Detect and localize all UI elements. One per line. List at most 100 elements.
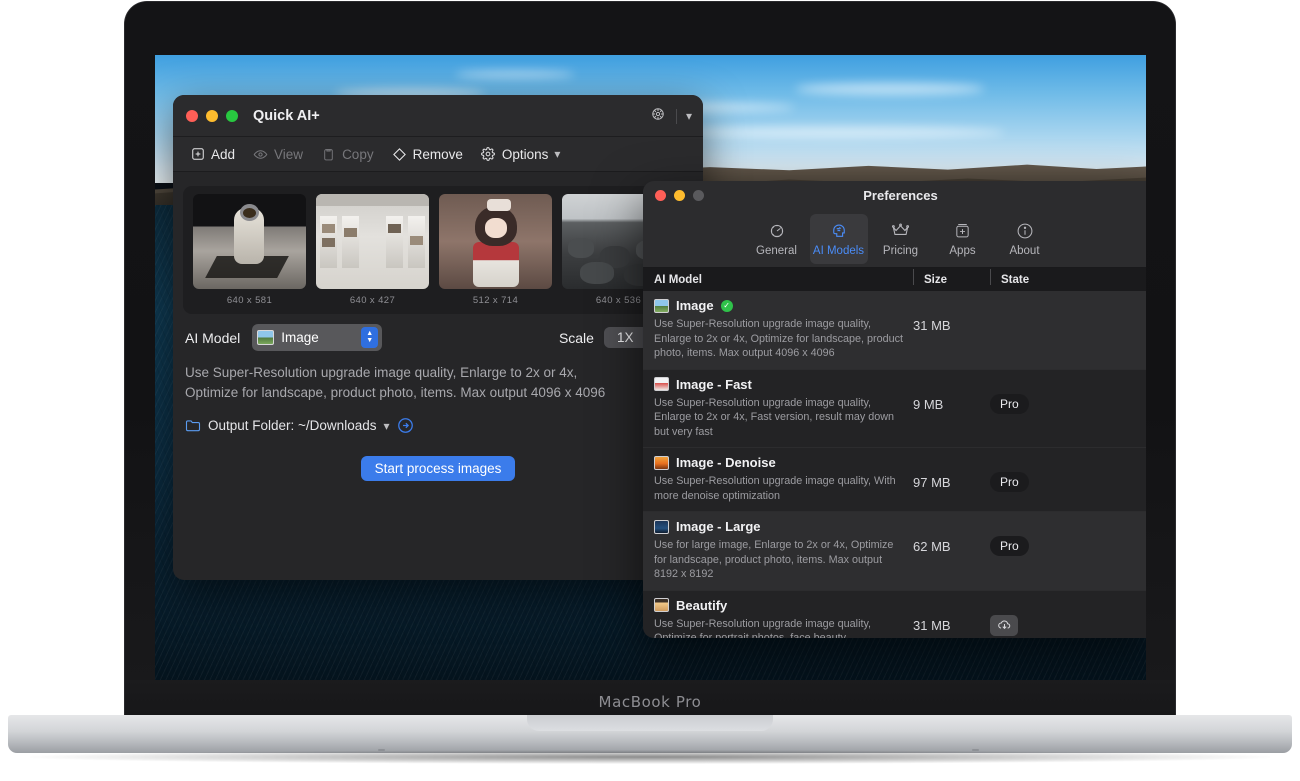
tab-ai-models-label: AI Models [812,245,865,257]
thumbnail-caption: 640 x 427 [349,295,396,306]
astronaut-on-moon-icon [193,194,306,289]
model-size: 97 MB [913,475,951,490]
macbook-shadow [30,750,1270,764]
close-button[interactable] [655,190,666,201]
gear-icon [481,147,496,162]
tab-pricing-label: Pricing [882,245,919,257]
chevron-down-icon[interactable]: ▾ [383,419,389,433]
thumbnail-item[interactable]: 640 x 581 [193,194,306,306]
column-header-size[interactable]: Size [913,268,990,286]
cloud-download-icon[interactable] [990,614,1018,636]
table-row[interactable]: Image - Fast Use Super-Resolution upgrad… [643,370,1146,448]
tab-pricing[interactable]: Pricing [872,214,930,264]
preferences-window[interactable]: Preferences General AI Models Pricing Ap… [643,181,1146,638]
start-process-images-button[interactable]: Start process images [360,456,516,481]
output-folder-label: Output Folder: ~/Downloads [208,418,377,433]
thumbnail-item[interactable]: 512 x 714 [439,194,552,306]
gear-icon [768,220,786,241]
app-content: 640 x 581 640 x 427 512 x 714 640 x 536 … [173,186,703,481]
model-size: 62 MB [913,539,951,554]
tab-ai-models[interactable]: AI Models [809,213,868,264]
model-name: Image [676,298,714,313]
anime-girl-icon [439,194,552,289]
tab-general[interactable]: General [748,214,806,264]
close-button[interactable] [186,109,198,122]
output-folder-row[interactable]: Output Folder: ~/Downloads ▾ [173,403,703,434]
library-bookshelves-icon [316,194,429,289]
model-state [990,298,1146,361]
toolbar-add-label: Add [211,146,236,162]
toolbar-view-button[interactable]: View [246,144,310,165]
start-row: Start process images [173,434,703,481]
app-title: Quick AI+ [253,107,320,124]
table-row[interactable]: Image ✓ Use Super-Resolution upgrade ima… [643,291,1146,370]
info-circle-icon [1016,220,1034,241]
gear-icon[interactable] [649,105,667,128]
thumbnail-strip[interactable]: 640 x 581 640 x 427 512 x 714 640 x 536 [183,186,693,314]
mountain-photo-icon [654,377,669,391]
thumbnail-caption: 640 x 581 [226,295,273,306]
minimize-button[interactable] [206,109,218,122]
table-row[interactable]: Image - Denoise Use Super-Resolution upg… [643,448,1146,512]
preferences-title: Preferences [863,188,938,203]
ai-model-select[interactable]: Image ▲ ▼ [252,324,383,351]
minimize-button[interactable] [674,190,685,201]
screenshot-root: Quick AI+ ▾ Add View Copy Remove Options… [0,0,1300,781]
clipboard-icon [321,147,336,162]
thumbnail-caption: 640 x 536 [595,295,642,306]
scale-option-1x[interactable]: 1X [603,327,648,348]
quick-ai-window[interactable]: Quick AI+ ▾ Add View Copy Remove Options… [173,95,703,580]
tab-about[interactable]: About [996,214,1054,264]
toolbar-remove-button[interactable]: Remove [385,144,470,165]
thumbnail-caption: 512 x 714 [472,295,519,306]
laptop-screen: Quick AI+ ▾ Add View Copy Remove Options… [155,55,1146,680]
zoom-button[interactable] [226,109,238,122]
toolbar-options-button[interactable]: Options ▾ [474,144,568,165]
model-description: Use Super-Resolution upgrade image quali… [185,365,606,400]
app-toolbar[interactable]: Add View Copy Remove Options ▾ [173,137,703,172]
thumbnail-item[interactable]: 640 x 427 [316,194,429,306]
tab-apps[interactable]: Apps [934,214,992,264]
column-header-state[interactable]: State [990,268,1146,286]
models-table-header: AI Model Size State [643,268,1146,291]
brain-head-icon [830,220,848,241]
zoom-button[interactable] [693,190,704,201]
arrow-right-circle-icon[interactable] [397,417,414,434]
chevron-down-icon: ▾ [554,147,561,161]
plus-square-icon [190,147,205,162]
green-check-icon: ✓ [720,299,733,312]
table-row[interactable]: Beautify Use Super-Resolution upgrade im… [643,591,1146,638]
preferences-titlebar: Preferences [643,181,1146,210]
model-name: Beautify [676,597,728,613]
folder-icon [185,419,201,432]
pro-badge: Pro [990,472,1029,492]
model-name: Image - Fast [676,376,752,392]
device-label: MacBook Pro [598,692,702,711]
model-state: Pro [990,377,1146,440]
chevron-down-icon[interactable]: ▾ [686,109,692,123]
preferences-tabbar[interactable]: General AI Models Pricing Apps About [643,210,1146,268]
model-description: Use Super-Resolution upgrade image quali… [654,475,896,502]
landscape-photo-icon [654,298,669,313]
titlebar-actions: ▾ [649,95,692,137]
tab-about-label: About [1009,245,1040,257]
table-row[interactable]: Image - Large Use for large image, Enlar… [643,512,1146,591]
model-size: 31 MB [913,318,951,333]
model-name: Image - Denoise [676,455,776,470]
app-titlebar: Quick AI+ ▾ [173,95,703,137]
preferences-window-controls[interactable] [655,190,704,201]
diamond-icon [392,147,407,162]
up-down-stepper-icon[interactable]: ▲ ▼ [361,327,379,348]
model-name: Image - Large [676,519,761,534]
toolbar-add-button[interactable]: Add [183,144,242,165]
scale-label: Scale [558,329,594,346]
column-header-ai-model[interactable]: AI Model [643,274,913,286]
image-thumbnail-icon [257,330,275,345]
toolbar-copy-button[interactable]: Copy [314,144,381,165]
eye-icon [253,147,268,162]
ai-model-label: AI Model [185,329,241,346]
ai-model-row: AI Model Image ▲▼ Scale 1X 2X [173,314,703,351]
window-controls[interactable] [186,109,238,122]
model-description: Use Super-Resolution upgrade image quali… [654,318,904,359]
toolbar-options-label: Options [501,146,549,162]
